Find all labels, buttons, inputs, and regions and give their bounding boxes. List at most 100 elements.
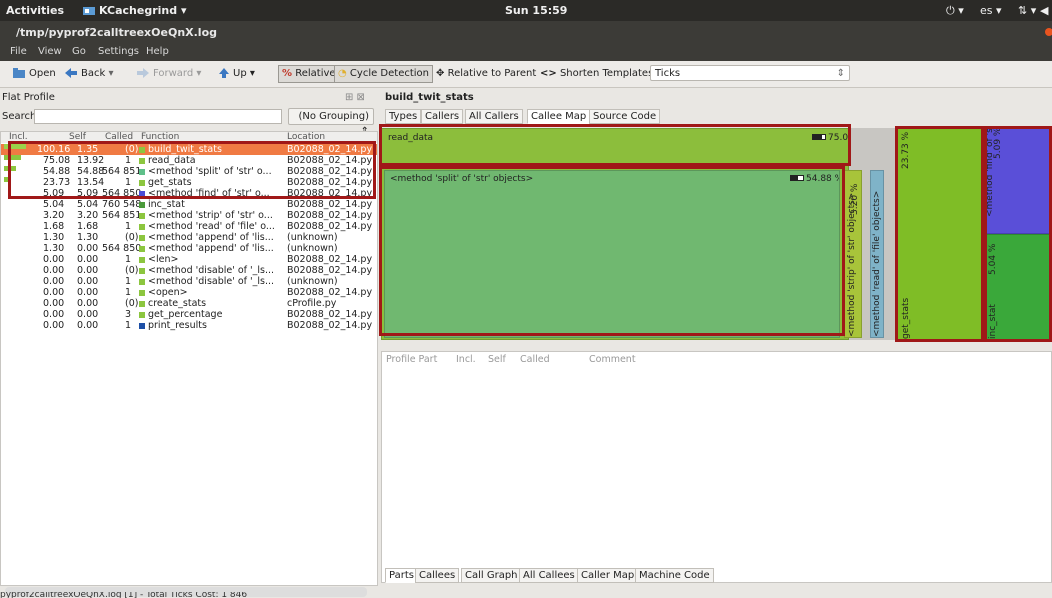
cycle-detection-toggle[interactable]: ◔ Cycle Detection [334,65,434,83]
map-cell-file-read[interactable]: <method 'read' of 'file' objects> [870,170,884,338]
function-color-icon [139,223,145,230]
back-dropdown-icon[interactable]: ▾ [108,68,113,79]
network-menu[interactable]: ⇅ ▾ [1018,4,1036,17]
map-cell-split[interactable]: <method 'split' of 'str' objects> 54.88 … [384,170,840,338]
cell-function: <method 'append' of 'lis... [148,243,274,254]
table-row[interactable]: 54.88 54.88 564 851 <method 'split' of 'str… [1,166,377,177]
col-called[interactable]: Called [105,132,133,142]
map-cell-find[interactable]: <method 'find' of 'str' objects> 5.09 % [985,128,1052,234]
tab-parts[interactable]: Parts [385,568,418,583]
table-row[interactable]: 1.68 1.68 1 <method 'read' of 'file' o... B0… [1,221,377,232]
table-row[interactable]: 75.08 13.92 1 read_data B02088_02_14.py [1,155,377,166]
shorten-templates-button[interactable]: <> Shorten Templates [540,66,653,82]
parts-table[interactable]: Profile Part Incl. Self Called Comment [381,351,1052,583]
menu-help[interactable]: Help [146,46,169,57]
search-input[interactable] [34,109,282,124]
close-icon[interactable] [1045,28,1052,36]
event-type-select[interactable]: Ticks ⇕ [650,65,850,81]
table-row[interactable]: 5.04 5.04 760 548 inc_stat B02088_02_14.py [1,199,377,210]
relative-toggle[interactable]: % Relative [278,65,340,83]
tab-caller-map[interactable]: Caller Map [577,568,639,583]
col-bottom-incl[interactable]: Incl. [456,354,476,365]
table-row[interactable]: 0.00 0.00 1 <open> B02088_02_14.py [1,287,377,298]
table-row[interactable]: 0.00 0.00 1 <method 'disable' of '_ls... (un… [1,276,377,287]
table-row[interactable]: 1.30 0.00 564 850 <method 'append' of 'lis.… [1,243,377,254]
relative-to-parent-button[interactable]: ✥ Relative to Parent [436,66,536,82]
detail-panel: ⊞ ⊠ build_twit_stats Types Callers All Cal… [345,88,1052,598]
table-row[interactable]: 0.00 0.00 3 get_percentage B02088_02_14.py [1,309,377,320]
up-button[interactable]: Up ▾ [218,66,255,82]
map-pct-split: 54.88 % [806,174,840,184]
forward-button[interactable]: Forward ▾ [136,66,201,82]
col-location[interactable]: Location [287,132,325,142]
tab-call-graph[interactable]: Call Graph [461,568,522,583]
menu-settings[interactable]: Settings [98,46,139,57]
table-row[interactable]: 3.20 3.20 564 851 <method 'strip' of 'str' … [1,210,377,221]
app-menu[interactable]: KCachegrind ▾ [82,4,186,17]
open-button[interactable]: Open [12,66,56,82]
tab-types[interactable]: Types [385,109,422,124]
cell-self: 3.20 [77,210,99,221]
table-row[interactable]: 100.16 1.35 (0) build_twit_stats B02088_02_1… [1,144,377,155]
map-cell-inc-stat[interactable]: inc_stat 5.04 % [985,234,1052,340]
power-menu[interactable]: ⏻ ▾ [946,4,964,18]
cell-incl: 0.00 [43,309,65,320]
activities-button[interactable]: Activities [6,4,64,17]
back-button[interactable]: Back ▾ [64,66,114,82]
function-color-icon [139,179,145,186]
panel-close-icons[interactable]: ⊞ ⊠ [345,92,365,103]
cell-self: 1.35 [77,144,99,155]
col-self[interactable]: Self [69,132,86,142]
tab-callees[interactable]: Callees [415,568,460,583]
col-incl[interactable]: Incl. [9,132,28,142]
clock[interactable]: Sun 15:59 [505,4,567,17]
function-color-icon [139,300,145,307]
status-bar: pyprof2calltreexOeQnX.log [1] - Total Ti… [0,592,248,598]
volume-icon[interactable]: ◀ [1040,4,1048,17]
table-row[interactable]: 1.30 1.30 (0) <method 'append' of 'lis... (u… [1,232,377,243]
function-color-icon [139,256,145,263]
table-row[interactable]: 23.73 13.54 1 get_stats B02088_02_14.py [1,177,377,188]
menu-go[interactable]: Go [72,46,86,57]
cell-self: 5.09 [77,188,99,199]
cell-called: 1 [125,287,132,298]
table-row[interactable]: 5.09 5.09 564 850 <method 'find' of 'str' o… [1,188,377,199]
col-bottom-comment[interactable]: Comment [589,354,636,365]
function-list[interactable]: Incl. Self Called Function Location 100.… [0,131,378,586]
map-label-file-read: <method 'read' of 'file' objects> [872,190,882,337]
network-icon: ⇅ [1018,4,1028,17]
col-bottom-called[interactable]: Called [520,354,550,365]
grouping-select[interactable]: (No Grouping) ⇕ [288,108,374,137]
tab-all-callers[interactable]: All Callers [465,109,523,124]
keyboard-layout-menu[interactable]: es ▾ [980,4,1002,17]
col-profile-part[interactable]: Profile Part [386,354,437,365]
cell-location: B02088_02_14.py [287,254,373,265]
table-row[interactable]: 0.00 0.00 (0) <method 'disable' of '_ls... B… [1,265,377,276]
col-bottom-self[interactable]: Self [488,354,506,365]
menu-file[interactable]: File [10,46,27,57]
col-function[interactable]: Function [141,132,179,142]
map-cell-get-stats[interactable]: get_stats 23.73 % [897,128,983,340]
menu-view[interactable]: View [38,46,62,57]
cell-function: inc_stat [148,199,185,210]
cell-incl: 1.68 [43,221,65,232]
cost-bar [4,144,26,149]
cell-incl: 0.00 [43,320,65,331]
table-row[interactable]: 0.00 0.00 (0) create_stats cProfile.py [1,298,377,309]
cell-location: (unknown) [287,276,338,287]
tab-all-callees[interactable]: All Callees [519,568,579,583]
toolbar: Open Back ▾ Forward ▾ Up ▾ % Relative ◔ … [0,61,1052,88]
tab-callers[interactable]: Callers [421,109,464,124]
cell-called: (0) [125,232,139,243]
table-row[interactable]: 0.00 0.00 1 print_results B02088_02_14.py [1,320,377,331]
callee-map[interactable]: read_data 75.08 % <method 'split' of 'st… [379,124,1052,342]
tab-machine-code[interactable]: Machine Code [635,568,714,583]
table-row[interactable]: 0.00 0.00 1 <len> B02088_02_14.py [1,254,377,265]
tab-callee-map[interactable]: Callee Map [527,109,591,124]
tab-source-code[interactable]: Source Code [589,109,661,124]
function-color-icon [139,146,145,153]
cell-self: 0.00 [77,254,99,265]
cell-self: 0.00 [77,243,99,254]
map-cell-strip[interactable]: <method 'strip' of 'str' objects> 3.20 % [844,170,862,338]
map-label-get-stats: get_stats [901,297,911,339]
